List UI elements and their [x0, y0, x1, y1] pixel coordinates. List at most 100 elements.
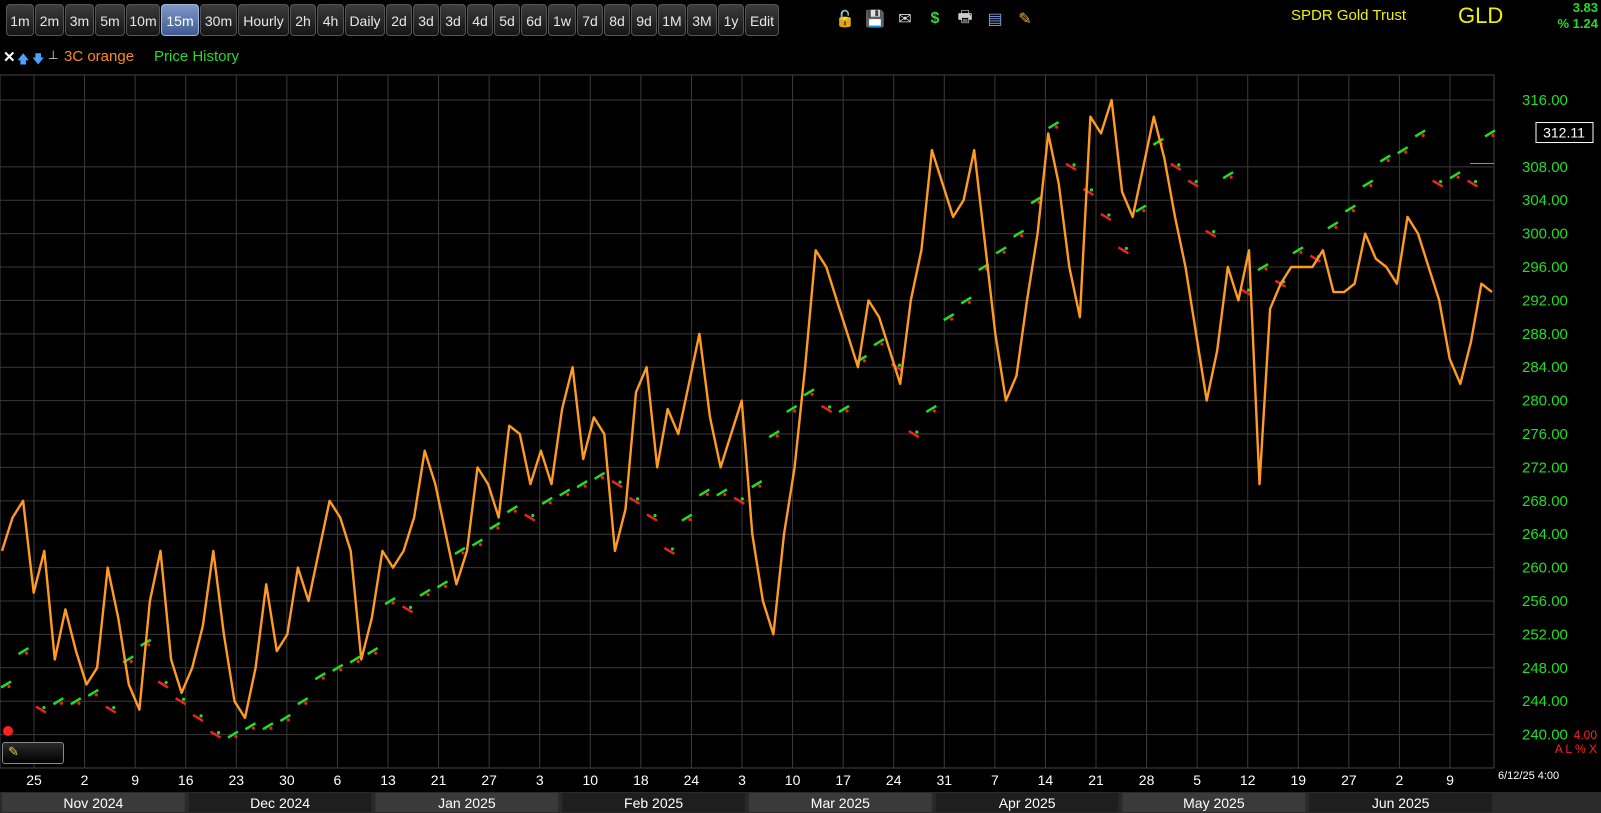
price-tick — [1107, 213, 1111, 217]
month-label: Apr 2025 — [999, 795, 1056, 811]
price-tick — [950, 317, 954, 321]
price-tick — [880, 342, 884, 346]
x-tick-label: 12 — [1240, 772, 1256, 788]
price-tick — [862, 359, 867, 363]
price-tick — [24, 651, 29, 655]
y-tick-label: 252.00 — [1522, 626, 1568, 643]
price-tick — [1386, 158, 1390, 163]
month-label: Jan 2025 — [438, 795, 496, 811]
symbol: GLD — [1458, 3, 1504, 28]
month-label: Nov 2024 — [63, 795, 123, 811]
pin-icon[interactable]: ⊥ — [48, 48, 58, 62]
sub-controls[interactable]: A L % X — [1555, 742, 1597, 756]
price-tick — [356, 659, 360, 664]
x-tick-label: 21 — [431, 772, 447, 788]
x-tick-label: 9 — [131, 772, 139, 788]
price-tick — [164, 680, 168, 685]
price-tick — [1177, 163, 1181, 167]
price-tick — [967, 300, 971, 305]
price-tick — [1212, 230, 1216, 234]
price-tick — [1194, 179, 1198, 184]
x-tick-label: 30 — [279, 772, 295, 788]
price-tick — [321, 676, 325, 680]
x-tick-label: 27 — [1341, 772, 1357, 788]
price-tick — [1229, 175, 1233, 179]
price-tick — [531, 513, 535, 518]
price-tick — [513, 509, 517, 513]
x-tick-label: 3 — [738, 772, 746, 788]
y-tick-label: 276.00 — [1522, 426, 1568, 443]
move-up-icon[interactable]: 🡅 — [17, 50, 29, 71]
y-tick-label: 284.00 — [1522, 359, 1568, 376]
price-tick — [129, 659, 133, 664]
price-tick — [7, 684, 11, 689]
price-tick — [59, 701, 63, 705]
price-tick — [915, 430, 919, 434]
price-tick — [181, 697, 186, 701]
price-tick — [234, 735, 238, 739]
legend-indicator-label[interactable]: 3C orange — [64, 48, 134, 65]
x-tick-label: 16 — [178, 772, 194, 788]
price-tick — [94, 693, 98, 697]
x-tick-label: 14 — [1038, 772, 1054, 788]
y-tick-label: 280.00 — [1522, 393, 1568, 410]
price-tick — [461, 551, 465, 555]
price-tick — [391, 601, 395, 605]
price-tick — [1334, 225, 1338, 229]
drawing-tool-box[interactable]: ✎ — [2, 742, 64, 764]
price-tick — [408, 605, 413, 609]
change-value: 3.83 — [1572, 0, 1598, 15]
price-tick — [653, 513, 657, 518]
x-tick-label: 21 — [1088, 772, 1104, 788]
price-tick — [286, 718, 290, 722]
price-tick — [112, 705, 116, 710]
price-tick — [583, 484, 587, 488]
brush-icon: ✎ — [8, 744, 19, 759]
chart: 240.00244.00248.00252.00256.00260.00264.… — [0, 74, 1601, 813]
price-tick — [635, 497, 640, 501]
month-label: May 2025 — [1183, 795, 1245, 811]
instrument-name: SPDR Gold Trust — [1291, 7, 1407, 24]
price-tick — [216, 731, 221, 735]
price-tick — [339, 668, 343, 672]
price-tick — [705, 492, 709, 497]
price-tick — [740, 497, 744, 501]
price-tick — [1020, 234, 1024, 238]
x-tick-label: 23 — [228, 772, 244, 788]
y-tick-label: 248.00 — [1522, 660, 1568, 677]
close-legend-icon[interactable]: ✕ — [3, 48, 16, 66]
x-tick-label: 19 — [1290, 772, 1306, 788]
y-tick-label: 316.00 — [1522, 92, 1568, 109]
price-tick — [1369, 183, 1373, 188]
price-tick — [793, 409, 797, 413]
month-label: Dec 2024 — [250, 795, 310, 811]
month-label: Mar 2025 — [811, 795, 870, 811]
price-tick — [251, 726, 256, 730]
move-down-icon[interactable]: 🡇 — [32, 50, 44, 71]
price-tick — [897, 363, 902, 367]
record-indicator[interactable] — [3, 726, 13, 736]
x-tick-label: 7 — [991, 772, 999, 788]
price-tick — [1456, 175, 1460, 179]
y-tick-label: 296.00 — [1522, 259, 1568, 276]
price-tick — [723, 492, 727, 497]
price-tick — [1124, 246, 1128, 250]
price-tick — [374, 651, 378, 655]
price-tick — [845, 409, 849, 413]
y-tick-label: 308.00 — [1522, 159, 1568, 176]
price-tick — [601, 476, 605, 480]
legend-price-label[interactable]: Price History — [154, 48, 239, 65]
price-tick — [199, 714, 203, 718]
x-tick-label: 10 — [785, 772, 801, 788]
price-tick — [548, 501, 552, 505]
x-tick-label: 24 — [886, 772, 902, 788]
last-price-label: 312.11 — [1543, 125, 1585, 141]
x-tick-label: 31 — [936, 772, 952, 788]
y-tick-label: 256.00 — [1522, 593, 1568, 610]
x-tick-label: 5 — [1193, 772, 1201, 788]
x-tick-label: 24 — [684, 772, 700, 788]
y-tick-label: 288.00 — [1522, 326, 1568, 343]
price-tick — [758, 484, 762, 488]
x-tick-label: 13 — [380, 772, 396, 788]
price-tick — [932, 409, 936, 413]
